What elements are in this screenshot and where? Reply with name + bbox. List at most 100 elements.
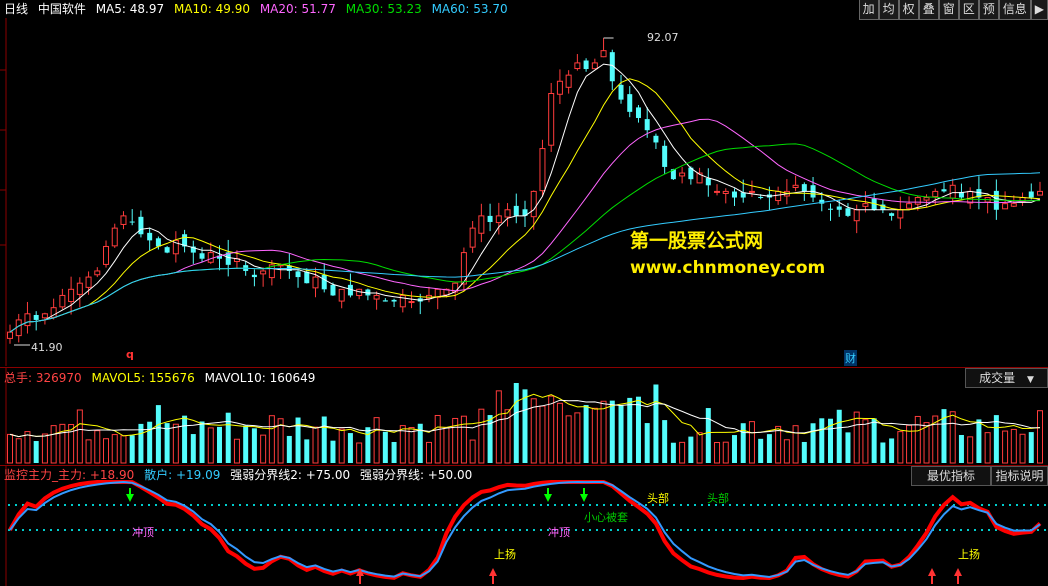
volume-bar	[425, 441, 432, 464]
candle-body	[565, 74, 572, 88]
candle-body	[382, 300, 388, 302]
volume-bar	[356, 442, 363, 464]
candle-body	[653, 135, 659, 143]
volume-bar	[679, 441, 686, 464]
volume-bar	[522, 389, 528, 463]
candle-body	[304, 271, 310, 284]
volume-bar	[7, 433, 13, 464]
volume-bar	[958, 434, 964, 463]
volume-bar	[347, 433, 353, 463]
candle-body	[33, 314, 39, 320]
volume-bar	[618, 405, 624, 463]
candle-body	[644, 119, 650, 131]
candle-body	[24, 313, 31, 327]
volume-bar	[268, 415, 275, 464]
volume-bar	[976, 419, 982, 463]
candle-body	[338, 288, 345, 302]
candle-body	[548, 93, 555, 146]
volume-bar	[836, 409, 842, 463]
volume-bar	[609, 400, 615, 463]
volume-bar	[172, 423, 179, 464]
volume-bar	[373, 417, 380, 464]
volume-bar	[1037, 410, 1043, 464]
candle-body	[530, 190, 537, 218]
event-marker-finance[interactable]: 财	[844, 350, 857, 366]
candle-body	[914, 197, 921, 205]
volume-bar	[775, 425, 782, 464]
event-marker-q[interactable]: q	[126, 348, 134, 361]
candle-body	[722, 190, 729, 194]
volume-bar	[443, 427, 450, 464]
volume-bar	[487, 415, 493, 463]
volume-indicator-selector[interactable]: 成交量 ▼	[965, 368, 1048, 388]
volume-bar	[766, 434, 772, 463]
volume-bar	[233, 438, 240, 464]
volume-bar	[434, 414, 441, 464]
best-indicator-button[interactable]: 最优指标	[911, 466, 991, 486]
volume-bar	[653, 384, 659, 463]
volume-bar	[731, 435, 737, 463]
annotation-xiaoxin: 小心被套	[584, 511, 628, 524]
candle-body	[199, 253, 205, 259]
candle-body	[539, 148, 546, 192]
candle-body	[487, 215, 493, 223]
volume-bar	[862, 419, 869, 464]
candle-body	[591, 62, 598, 70]
candle-body	[59, 294, 66, 308]
annotation-chongding-2: 冲顶	[548, 526, 570, 539]
volume-bar	[853, 411, 860, 464]
volume-bar	[740, 423, 746, 463]
candle-body	[618, 84, 624, 100]
annotation-toubu-1: 头部	[647, 492, 669, 505]
volume-bar	[810, 423, 816, 463]
high-price-label: 92.07	[647, 31, 679, 44]
volume-bar	[662, 420, 668, 463]
volume-bar	[50, 425, 57, 464]
volume-bar	[688, 436, 694, 463]
candle-body	[574, 62, 581, 70]
candle-body	[513, 205, 519, 216]
low-price-label: 41.90	[31, 341, 63, 354]
volume-bar	[967, 436, 974, 464]
candle-body	[312, 276, 319, 289]
candle-body	[662, 145, 668, 167]
volume-bar	[530, 398, 537, 464]
volume-bar	[15, 438, 22, 464]
volume-bar	[190, 434, 196, 463]
volume-bar	[391, 441, 397, 463]
candle-body	[251, 274, 257, 278]
volume-bar	[286, 435, 292, 463]
candle-body	[627, 94, 633, 112]
candle-body	[853, 209, 860, 222]
ma-line-60	[9, 172, 1041, 333]
volume-bar	[600, 400, 607, 464]
volume-bar	[147, 421, 153, 463]
volume-bar	[1002, 430, 1009, 464]
volume-bar	[478, 408, 485, 464]
volume-bar	[1019, 433, 1026, 464]
volume-bar	[897, 431, 904, 464]
candle-body	[120, 215, 127, 225]
volume-bar	[758, 438, 764, 463]
volume-bar	[801, 441, 807, 463]
candle-body	[748, 190, 755, 193]
volume-bar	[59, 423, 66, 464]
candle-body	[295, 271, 301, 278]
candle-body	[923, 197, 930, 201]
candle-body	[68, 288, 75, 302]
candle-body	[207, 252, 214, 263]
annotation-shangyang-1: 上扬	[494, 548, 516, 561]
annotation-toubu-2: 头部	[707, 492, 729, 505]
mavol10-label: MAVOL10: 160649	[204, 371, 316, 385]
candles	[7, 38, 1043, 344]
indicator-explain-button[interactable]: 指标说明	[991, 466, 1048, 486]
candle-body	[76, 282, 83, 295]
candle-body	[85, 276, 92, 288]
candle-body	[138, 216, 144, 235]
candle-body	[1037, 190, 1043, 196]
volume-bar	[880, 442, 886, 463]
candle-body	[7, 331, 13, 339]
indicator-chart[interactable]	[0, 466, 1048, 586]
price-chart[interactable]	[0, 0, 1048, 366]
volume-bar	[321, 416, 327, 463]
